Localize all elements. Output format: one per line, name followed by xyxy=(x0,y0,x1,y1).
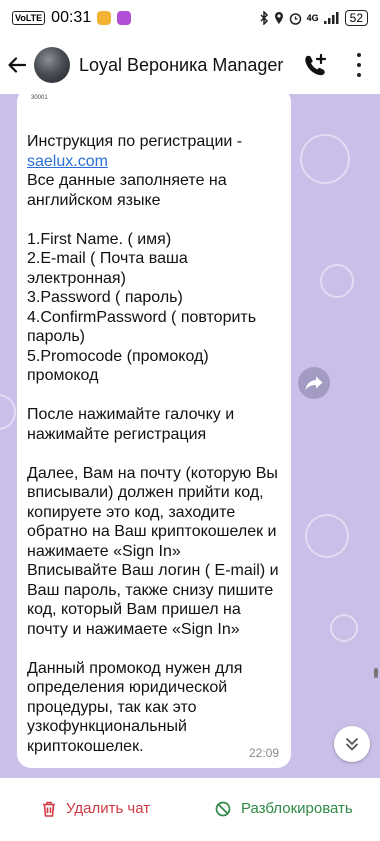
trash-icon xyxy=(43,801,55,817)
wallpaper-doodle xyxy=(305,514,349,558)
status-time: 00:31 xyxy=(51,9,92,26)
status-bar: VoLTE 00:31 4G 52 xyxy=(0,0,380,36)
chat-area[interactable]: ... 30001 Инструкция по регистрации - sa… xyxy=(0,94,380,778)
arrow-left-icon xyxy=(8,57,26,73)
message-text: Инструкция по регистрации - saelux.com В… xyxy=(27,132,281,756)
delete-chat-label: Удалить чат xyxy=(66,800,151,817)
add-call-button[interactable] xyxy=(302,52,328,78)
chat-title[interactable]: Loyal Вероника Manager xyxy=(79,55,283,76)
notification-app-icon-2 xyxy=(117,11,132,25)
avatar[interactable] xyxy=(34,47,70,83)
add-call-icon xyxy=(305,53,327,76)
delete-chat-button[interactable]: Удалить чат xyxy=(42,800,150,817)
message-body: Все данные заполняете на английском язык… xyxy=(27,172,279,755)
wallpaper-doodle xyxy=(300,134,350,184)
back-button[interactable] xyxy=(0,36,34,94)
forward-button[interactable] xyxy=(298,367,330,399)
bluetooth-icon xyxy=(260,11,268,25)
more-vertical-icon[interactable] xyxy=(354,53,364,77)
scrollbar[interactable] xyxy=(374,668,378,678)
volte-indicator: VoLTE xyxy=(12,11,46,25)
battery-indicator: 52 xyxy=(344,10,368,26)
message-bubble[interactable]: ... 30001 Инструкция по регистрации - sa… xyxy=(17,94,291,768)
network-type: 4G xyxy=(306,13,319,23)
wallpaper-doodle xyxy=(320,264,354,298)
registration-link[interactable]: saelux.com xyxy=(27,153,108,170)
status-right: 4G 52 xyxy=(260,10,368,26)
wallpaper-doodle xyxy=(0,394,16,430)
status-left: VoLTE 00:31 xyxy=(12,9,132,27)
wallpaper-doodle xyxy=(330,614,358,642)
chevron-double-down-icon xyxy=(346,738,358,751)
image-caption-line: 30001 xyxy=(31,95,48,101)
alarm-icon xyxy=(289,12,301,25)
notification-app-icon xyxy=(97,11,112,25)
scroll-down-button[interactable] xyxy=(334,726,370,762)
message-first-line: Инструкция по регистрации - xyxy=(27,133,243,150)
forward-icon xyxy=(305,376,323,390)
chat-header: Loyal Вероника Manager xyxy=(0,36,380,94)
unblock-icon xyxy=(215,801,231,816)
message-time: 22:09 xyxy=(248,746,279,760)
unblock-label: Разблокировать xyxy=(241,800,353,817)
location-icon xyxy=(274,12,283,24)
bottom-action-bar: Удалить чат Разблокировать xyxy=(0,778,380,841)
unblock-button[interactable]: Разблокировать xyxy=(215,800,353,817)
signal-icon xyxy=(323,12,339,24)
